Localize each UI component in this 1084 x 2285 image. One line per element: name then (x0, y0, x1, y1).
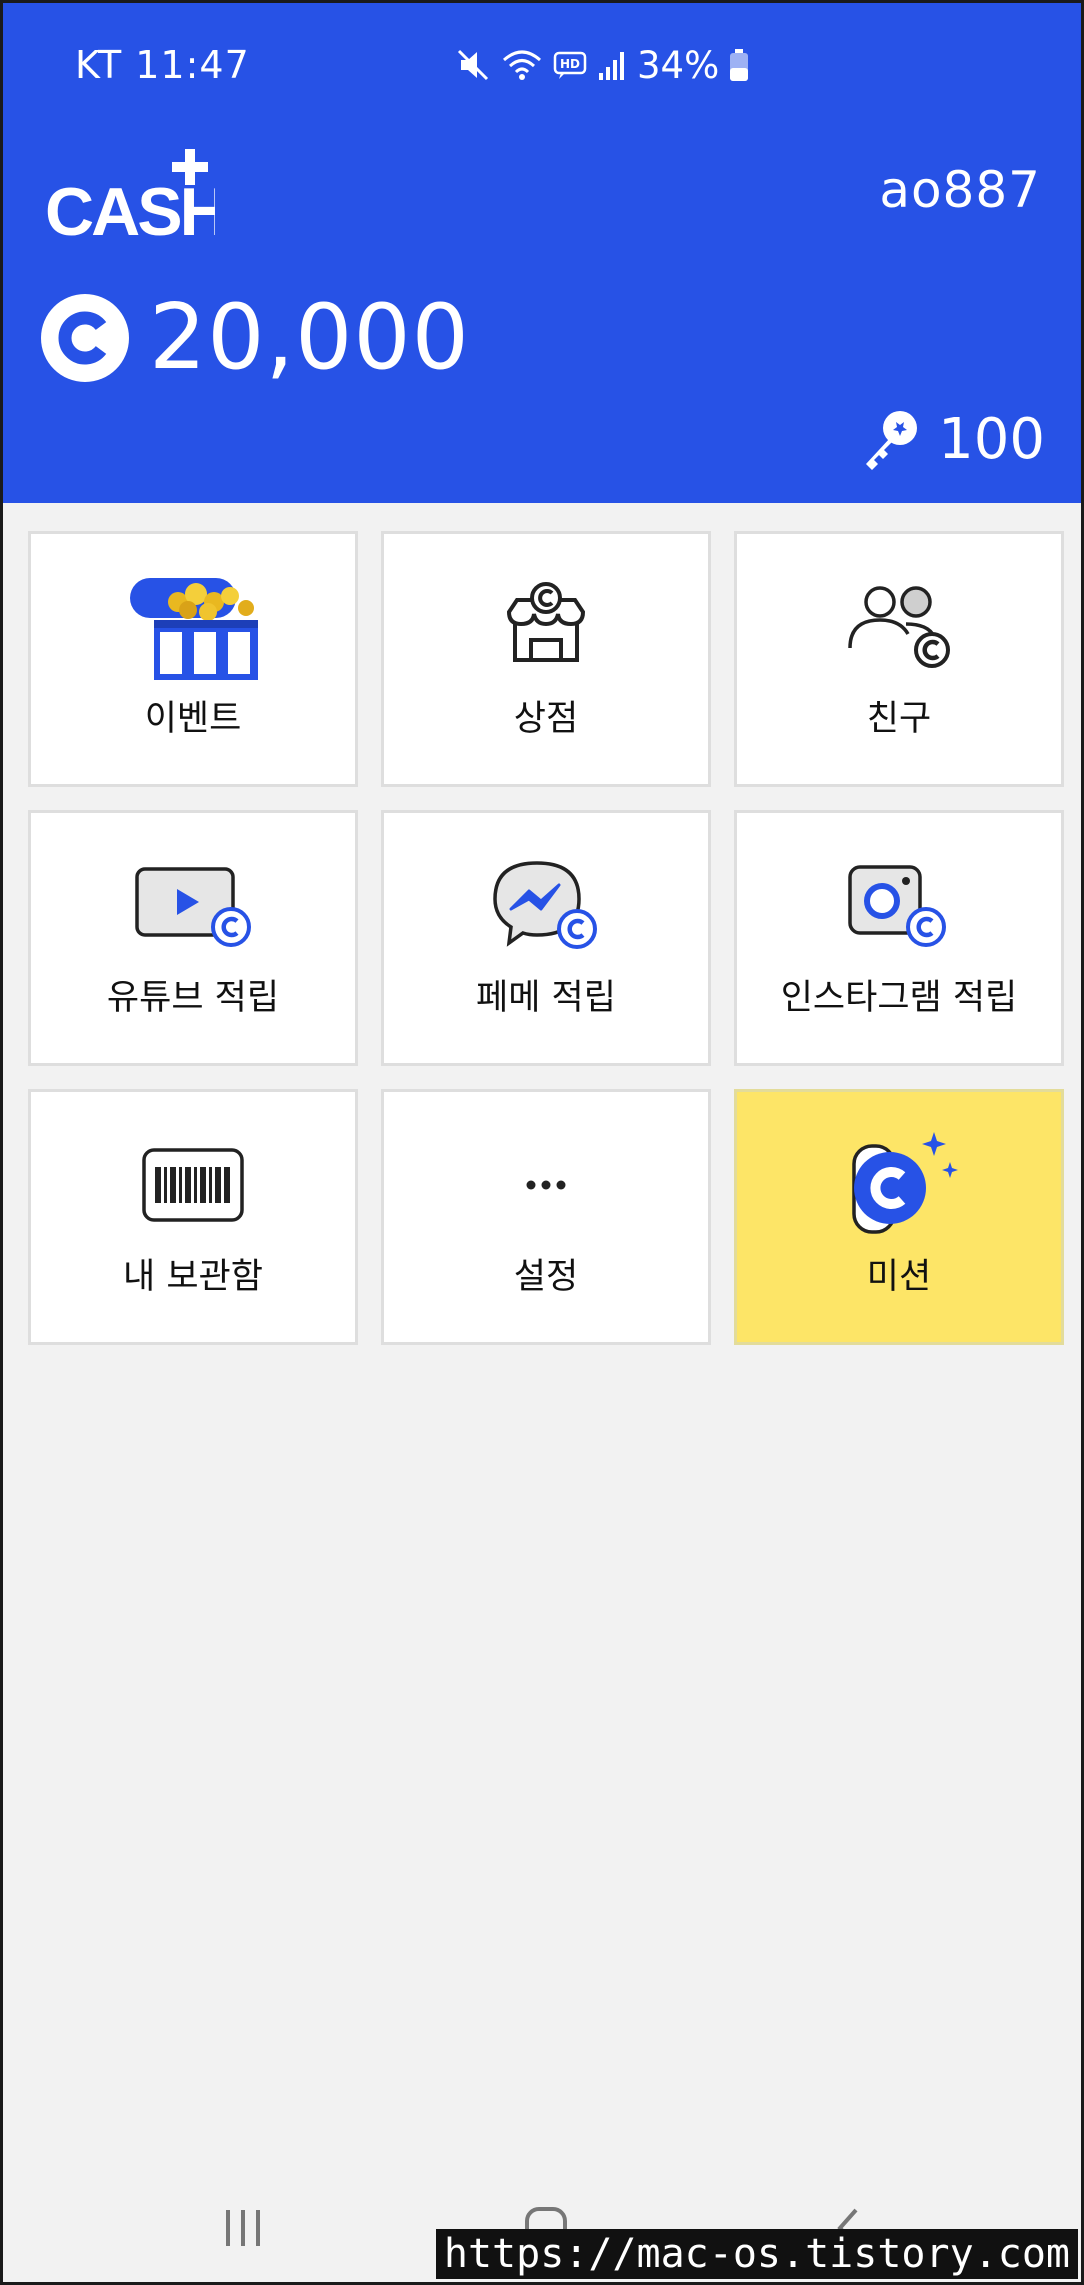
menu-label: 미션 (866, 1257, 932, 1297)
coin-amount: 20,000 (149, 285, 470, 390)
app-screen: KT 11:47 HD 34% CASH ao887 20,000 100 이벤… (0, 0, 1084, 2285)
more-dots-icon (481, 1130, 611, 1240)
menu-tile-event[interactable]: 이벤트 (28, 531, 358, 787)
coin-balance: 20,000 (39, 285, 470, 390)
battery-icon (729, 48, 749, 82)
coin-icon (41, 293, 129, 382)
cash-plus-logo: CASH (45, 145, 229, 250)
messenger-icon (481, 851, 611, 961)
carrier-time: KT 11:47 (75, 43, 250, 87)
friends-icon (834, 572, 964, 682)
recent-apps-button[interactable] (208, 2193, 278, 2263)
mute-icon (455, 47, 491, 83)
key-balance: 100 (860, 407, 1045, 472)
menu-grid: 이벤트 상점 친구 유튜브 적립 페메 적립 인스타그램 적립 내 보관함 설정… (28, 531, 1064, 1345)
menu-tile-settings[interactable]: 설정 (381, 1089, 711, 1345)
menu-tile-friends[interactable]: 친구 (734, 531, 1064, 787)
key-icon (866, 410, 918, 470)
menu-tile-storage[interactable]: 내 보관함 (28, 1089, 358, 1345)
menu-label: 인스타그램 적립 (780, 978, 1018, 1018)
key-count: 100 (938, 407, 1045, 472)
app-header: KT 11:47 HD 34% CASH ao887 20,000 100 (3, 3, 1081, 503)
status-bar: KT 11:47 HD 34% (3, 3, 1081, 128)
shop-icon (481, 572, 611, 682)
menu-label: 페메 적립 (476, 978, 616, 1018)
menu-label: 상점 (513, 699, 579, 739)
battery-percent: 34% (637, 43, 720, 87)
menu-tile-youtube[interactable]: 유튜브 적립 (28, 810, 358, 1066)
menu-tile-mission[interactable]: 미션 (734, 1089, 1064, 1345)
signal-icon (597, 49, 627, 81)
menu-label: 유튜브 적립 (106, 978, 280, 1018)
mission-coin-icon (834, 1130, 964, 1240)
recent-apps-icon (226, 2210, 260, 2246)
hd-icon: HD (553, 50, 587, 80)
status-icons: HD 34% (455, 41, 749, 89)
barcode-icon (128, 1130, 258, 1240)
treasure-chest-icon (128, 572, 258, 682)
youtube-play-icon (128, 851, 258, 961)
menu-tile-shop[interactable]: 상점 (381, 531, 711, 787)
menu-label: 이벤트 (144, 699, 242, 739)
menu-label: 친구 (866, 699, 932, 739)
menu-label: 내 보관함 (123, 1257, 263, 1297)
watermark: https://mac-os.tistory.com (435, 2229, 1078, 2279)
menu-tile-instagram[interactable]: 인스타그램 적립 (734, 810, 1064, 1066)
username[interactable]: ao887 (879, 161, 1041, 219)
wifi-icon (501, 47, 543, 83)
svg-text:HD: HD (560, 57, 580, 71)
instagram-icon (834, 851, 964, 961)
menu-tile-messenger[interactable]: 페메 적립 (381, 810, 711, 1066)
menu-label: 설정 (513, 1257, 579, 1297)
